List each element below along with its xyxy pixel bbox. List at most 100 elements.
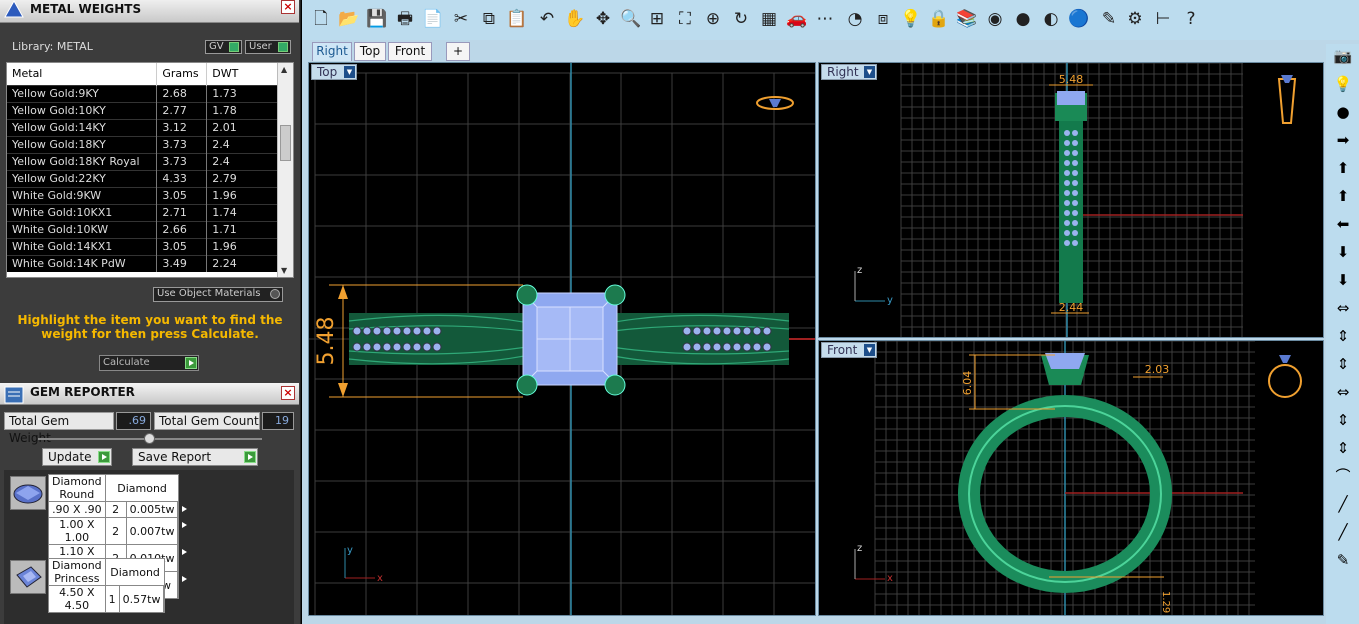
dropdown-icon[interactable]: ▼ <box>864 344 875 356</box>
zoom-window-icon[interactable]: ⊞ <box>646 8 668 30</box>
table-row[interactable]: White Gold:9KW 3.05 1.96 <box>7 186 278 204</box>
tab-front[interactable]: Front <box>388 42 432 61</box>
viewport-top[interactable]: 5.48 x y Top ▼ <box>308 62 816 616</box>
table-row[interactable]: Yellow Gold:14KY 3.12 2.01 <box>7 118 278 136</box>
dropdown-icon[interactable]: ▼ <box>864 66 875 78</box>
metal-table[interactable]: Metal Grams DWT Yellow Gold:9KY 2.68 1.73 Y… <box>6 62 294 278</box>
gem-row[interactable]: 1.00 X 1.00 2 0.007tw <box>48 517 188 545</box>
move-icon[interactable]: ✥ <box>592 8 614 30</box>
gem-row[interactable]: .90 X .90 2 0.005tw <box>48 501 188 518</box>
lock-icon[interactable]: 🔒 <box>928 8 950 30</box>
line-icon[interactable]: ╱ <box>1332 494 1354 514</box>
rotate-view-icon[interactable]: ↻ <box>730 8 752 30</box>
bulb-icon[interactable]: 💡 <box>1332 74 1354 94</box>
open-icon[interactable]: 📂 <box>338 8 360 30</box>
dotted-icon[interactable]: ⋯ <box>814 8 836 30</box>
arrows-vertical-green2-icon[interactable]: ⇕ <box>1332 438 1354 458</box>
viewport-right[interactable]: 5.48 2.44 y z Right ▼ <box>818 62 1324 338</box>
viewport-right-label[interactable]: Right ▼ <box>821 64 877 80</box>
gem-select-button[interactable] <box>177 571 188 599</box>
arrow-left-icon[interactable]: ⬅ <box>1332 214 1354 234</box>
table-row[interactable]: White Gold:14KX1 3.05 1.96 <box>7 237 278 255</box>
pan-hand-icon[interactable]: ✋ <box>564 8 586 30</box>
table-row[interactable]: Yellow Gold:10KY 2.77 1.78 <box>7 101 278 119</box>
save-icon[interactable]: 💾 <box>366 8 388 30</box>
table-row[interactable]: Yellow Gold:22KY 4.33 2.79 <box>7 169 278 187</box>
four-views-icon[interactable]: ▦ <box>758 8 780 30</box>
metal-table-scrollbar[interactable]: ▲ ▼ <box>277 63 293 277</box>
zoom-extents-icon[interactable]: ⛶ <box>674 8 696 30</box>
col-dwt[interactable]: DWT <box>206 63 278 85</box>
table-row[interactable]: Yellow Gold:9KY 2.68 1.73 <box>7 84 278 102</box>
car-icon[interactable]: 🚗 <box>786 8 808 30</box>
slider-handle[interactable] <box>144 433 155 444</box>
front-view-canvas[interactable]: 6.04 2.03 1.29 x z <box>819 341 1324 616</box>
gv-toggle[interactable]: GV <box>205 40 242 54</box>
arrow-right-icon[interactable]: ➡ <box>1332 130 1354 150</box>
arrow-down-blue-icon[interactable]: ⬇ <box>1332 270 1354 290</box>
zoom-icon[interactable]: 🔍 <box>620 8 642 30</box>
table-row[interactable]: White Gold:14K PdW 3.49 2.24 <box>7 254 278 272</box>
calculate-button[interactable]: Calculate <box>99 355 199 371</box>
copy-icon[interactable]: ⧉ <box>478 8 500 30</box>
clock-icon[interactable]: ◔ <box>844 8 866 30</box>
tab-right[interactable]: Right <box>312 42 352 61</box>
blue-sphere-icon[interactable]: 🔵 <box>1068 8 1090 30</box>
viewport-front[interactable]: 6.04 2.03 1.29 x z Front ▼ <box>818 340 1324 616</box>
table-row[interactable]: Yellow Gold:18KY 3.73 2.4 <box>7 135 278 153</box>
cut-icon[interactable]: ✂ <box>450 8 472 30</box>
dropdown-icon[interactable]: ▼ <box>344 66 355 78</box>
new-icon[interactable]: 🗋 <box>310 8 332 30</box>
arrow-down-icon[interactable]: ⬇ <box>1332 242 1354 262</box>
col-metal[interactable]: Metal <box>7 63 158 85</box>
tab-add[interactable]: + <box>446 42 470 61</box>
gem-select-button[interactable] <box>177 501 188 518</box>
table-row[interactable]: White Gold:10KX1 2.71 1.74 <box>7 203 278 221</box>
arrow-up-icon[interactable]: ⬆ <box>1332 158 1354 178</box>
user-toggle[interactable]: User <box>245 40 291 54</box>
close-icon[interactable]: × <box>281 0 295 14</box>
curve-icon[interactable]: ⌒ <box>1332 466 1354 486</box>
gear-icon[interactable]: ⚙ <box>1124 8 1146 30</box>
pen-icon[interactable]: ✎ <box>1098 8 1120 30</box>
close-icon[interactable]: × <box>281 386 295 400</box>
color-wheel-icon[interactable]: ◉ <box>984 8 1006 30</box>
layers-icon[interactable]: 📚 <box>956 8 978 30</box>
dimension-icon[interactable]: ⊢ <box>1152 8 1174 30</box>
col-grams[interactable]: Grams <box>156 63 208 85</box>
zoom-selected-icon[interactable]: ⊕ <box>702 8 724 30</box>
sphere-icon[interactable]: ● <box>1012 8 1034 30</box>
bulb-icon[interactable]: 💡 <box>900 8 922 30</box>
top-view-canvas[interactable]: 5.48 x y <box>309 63 816 616</box>
viewport-top-label[interactable]: Top ▼ <box>311 64 357 80</box>
table-row[interactable]: White Gold:10KW 2.66 1.71 <box>7 220 278 238</box>
table-row[interactable]: Yellow Gold:18KY Royal 3.73 2.4 <box>7 152 278 170</box>
gem-select-button[interactable] <box>177 544 188 572</box>
update-button[interactable]: Update <box>42 448 112 466</box>
shade-sphere-icon[interactable]: ◐ <box>1040 8 1062 30</box>
sphere-icon[interactable]: ● <box>1332 102 1354 122</box>
right-view-canvas[interactable]: 5.48 2.44 y z <box>819 63 1324 338</box>
arrow-up-blue-icon[interactable]: ⬆ <box>1332 186 1354 206</box>
help-icon[interactable]: ? <box>1180 8 1202 30</box>
viewport-front-label[interactable]: Front ▼ <box>821 342 877 358</box>
save-report-button[interactable]: Save Report <box>132 448 258 466</box>
undo-icon[interactable]: ↶ <box>536 8 558 30</box>
scroll-down-icon[interactable]: ▼ <box>281 266 287 275</box>
camera-icon[interactable]: 📷 <box>1332 46 1354 66</box>
arrows-vertical-blue-icon[interactable]: ⇕ <box>1332 354 1354 374</box>
arrows-horizontal-icon[interactable]: ⇔ <box>1332 298 1354 318</box>
gem-select-button[interactable] <box>163 585 174 613</box>
tab-top[interactable]: Top <box>354 42 386 61</box>
cubes-icon[interactable]: ⧈ <box>872 8 894 30</box>
page-setup-icon[interactable]: 📄 <box>422 8 444 30</box>
gem-select-button[interactable] <box>177 517 188 545</box>
arrows-vertical-icon[interactable]: ⇕ <box>1332 326 1354 346</box>
paste-icon[interactable]: 📋 <box>506 8 528 30</box>
print-icon[interactable]: 🖶 <box>394 8 416 30</box>
gem-row[interactable]: 4.50 X 4.50 1 0.57tw <box>48 585 174 613</box>
scroll-up-icon[interactable]: ▲ <box>281 65 287 74</box>
scroll-thumb[interactable] <box>280 125 291 161</box>
line2-icon[interactable]: ╱ <box>1332 522 1354 542</box>
use-object-materials-toggle[interactable]: Use Object Materials <box>153 287 283 302</box>
